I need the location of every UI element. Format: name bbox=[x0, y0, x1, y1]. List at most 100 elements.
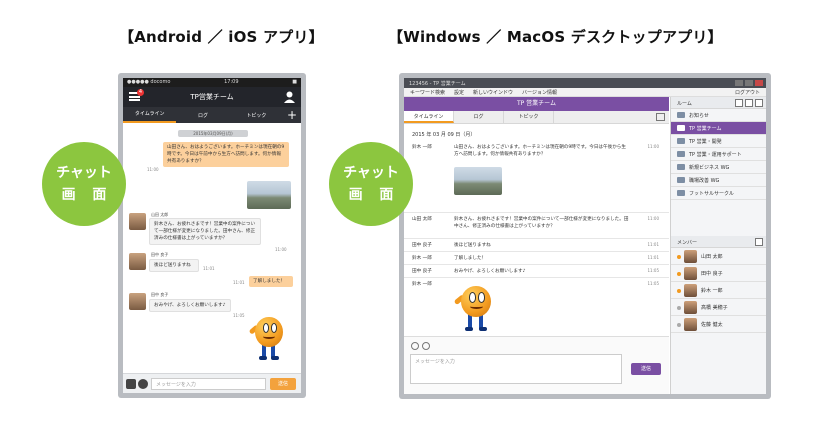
menu-keyword-search[interactable]: キーワード検索 bbox=[410, 89, 445, 96]
sender-name: 山田 太郎 bbox=[412, 217, 432, 222]
attach-icon[interactable] bbox=[411, 342, 419, 350]
user-icon[interactable] bbox=[284, 91, 295, 103]
member-tools bbox=[755, 238, 763, 246]
send-button[interactable]: 送信 bbox=[270, 378, 296, 390]
menu-version-info[interactable]: バージョン情報 bbox=[522, 89, 557, 96]
message-row[interactable]: 鈴木 一郎 山田さん、おはようございます。ホーチミンは現在朝の9時です。今日は午… bbox=[404, 141, 669, 213]
chat-timeline[interactable]: 2015年03月09日(月) 山田さん、おはようございます。ホーチミンは現在朝の… bbox=[123, 123, 301, 373]
menu-bar: キーワード検索 設定 新しいウインドウ バージョン情報 ログアウト bbox=[404, 88, 766, 97]
camera-icon[interactable] bbox=[126, 379, 136, 389]
status-dot-icon bbox=[677, 306, 681, 310]
message-bubble: おみやげ、よろしくお願いします♪ bbox=[149, 299, 231, 312]
badge-line2: 画 面 bbox=[348, 187, 400, 203]
maximize-icon[interactable] bbox=[745, 80, 753, 86]
message-text: おみやげ、よろしくお願いします♪ bbox=[454, 269, 526, 274]
room-item-sales-support[interactable]: TP 営業・運用サポート bbox=[671, 148, 766, 161]
members-header: メンバー bbox=[671, 236, 766, 248]
member-item[interactable]: 鈴木 一郎 bbox=[671, 282, 766, 299]
photo-thumbnail[interactable] bbox=[454, 167, 502, 195]
member-name: 佐藤 健太 bbox=[701, 322, 723, 328]
mascot-eye bbox=[270, 323, 277, 333]
room-item-tp-sales[interactable]: TP 営業チーム bbox=[671, 122, 766, 135]
app-header: 4 TP営業チーム bbox=[123, 87, 301, 107]
room-item-sales-dev[interactable]: TP 営業・開発 bbox=[671, 135, 766, 148]
message-row[interactable]: 鈴木 一郎 11:05 bbox=[404, 278, 669, 336]
sender-name: 鈴木 一郎 bbox=[412, 282, 432, 287]
channel-title: TP 営業チーム bbox=[404, 97, 669, 111]
tab-topic[interactable]: トピック bbox=[230, 112, 283, 119]
status-dot-icon bbox=[677, 323, 681, 327]
mascot-sticker[interactable] bbox=[248, 313, 289, 363]
badge-line2: 画 面 bbox=[61, 187, 113, 203]
logout-link[interactable]: ログアウト bbox=[735, 89, 760, 96]
room-item-workplace[interactable]: 職場改善 WG bbox=[671, 174, 766, 187]
settings-icon[interactable] bbox=[755, 238, 763, 246]
room-item-futsal[interactable]: フットサルサークル bbox=[671, 187, 766, 200]
message-input[interactable]: メッセージを入力 bbox=[151, 378, 266, 390]
tab-log[interactable]: ログ bbox=[454, 111, 504, 123]
message-time: 11:01 bbox=[203, 266, 215, 271]
add-icon[interactable]: + bbox=[283, 108, 301, 122]
message-time: 11:01 bbox=[647, 242, 659, 247]
badge-line1: チャット bbox=[56, 165, 112, 181]
battery-icon: ■ bbox=[292, 79, 297, 85]
status-dot-icon bbox=[677, 289, 681, 293]
member-item[interactable]: 佐藤 健太 bbox=[671, 316, 766, 333]
message-time: 11:00 bbox=[275, 247, 287, 252]
avatar[interactable] bbox=[129, 213, 146, 230]
mascot-foot bbox=[465, 326, 474, 331]
message-text: 後ほど送りますね bbox=[454, 243, 491, 248]
expand-icon[interactable] bbox=[656, 113, 665, 121]
tab-timeline[interactable]: タイムライン bbox=[404, 111, 454, 123]
mascot-body bbox=[255, 317, 283, 347]
message-row[interactable]: 山田 太郎 鈴木さん、お疲れさまです！営業中の案件について一部仕様が変更になりま… bbox=[404, 213, 669, 239]
send-button[interactable]: 送信 bbox=[631, 363, 661, 375]
message-row[interactable]: 鈴木 一郎 了解しました！ 11:01 bbox=[404, 252, 669, 265]
room-list-spacer bbox=[671, 200, 766, 236]
status-dot-icon bbox=[677, 255, 681, 259]
avatar[interactable] bbox=[129, 293, 146, 310]
message-row[interactable]: 田中 良子 おみやげ、よろしくお願いします♪ 11:05 bbox=[404, 265, 669, 278]
notification-badge: 4 bbox=[137, 89, 144, 96]
tab-log[interactable]: ログ bbox=[176, 112, 229, 119]
message-bubble: 後ほど送りますね bbox=[149, 259, 199, 272]
member-item[interactable]: 田中 良子 bbox=[671, 265, 766, 282]
sticker-icon[interactable] bbox=[422, 342, 430, 350]
member-item[interactable]: 高橋 美穂子 bbox=[671, 299, 766, 316]
member-name: 高橋 美穂子 bbox=[701, 305, 728, 311]
member-item[interactable]: 山田 太郎 bbox=[671, 248, 766, 265]
minimize-icon[interactable] bbox=[735, 80, 743, 86]
phone-mockup: ●●●●● docomo 17:09 ■ 4 TP営業チーム タイムライン ログ… bbox=[118, 73, 306, 398]
window-titlebar[interactable]: 123456 - TP 営業チーム bbox=[404, 78, 766, 88]
menu-settings[interactable]: 設定 bbox=[454, 89, 464, 96]
message-text: 了解しました！ bbox=[454, 256, 487, 261]
add-room-icon[interactable] bbox=[755, 99, 763, 107]
sender-name: 鈴木 一郎 bbox=[412, 256, 432, 261]
room-item-announcements[interactable]: お知らせ bbox=[671, 109, 766, 122]
photo-thumbnail[interactable] bbox=[247, 181, 291, 209]
sticker-icon[interactable] bbox=[138, 379, 148, 389]
sender-name: 田中 良子 bbox=[151, 292, 169, 297]
avatar bbox=[684, 284, 697, 297]
tab-timeline[interactable]: タイムライン bbox=[123, 107, 177, 123]
chat-screen-badge-mobile: チャット 画 面 bbox=[42, 142, 126, 226]
message-time: 11:05 bbox=[647, 268, 659, 273]
message-row[interactable]: 田中 良子 後ほど送りますね 11:01 bbox=[404, 239, 669, 252]
message-input[interactable]: メッセージを入力 bbox=[410, 354, 622, 384]
menu-new-window[interactable]: 新しいウインドウ bbox=[473, 89, 513, 96]
member-name: 鈴木 一郎 bbox=[701, 288, 723, 294]
mascot-sticker[interactable] bbox=[453, 282, 498, 334]
status-dot-icon bbox=[677, 272, 681, 276]
message-text: 山田さん、おはようございます。ホーチミンは現在朝の9時です。今日は午後から生方へ… bbox=[454, 145, 626, 157]
search-icon[interactable] bbox=[735, 99, 743, 107]
edit-icon[interactable] bbox=[745, 99, 753, 107]
tab-topic[interactable]: トピック bbox=[504, 111, 554, 123]
mascot-body bbox=[461, 286, 491, 318]
window-title: 123456 - TP 営業チーム bbox=[409, 81, 466, 87]
close-icon[interactable] bbox=[755, 80, 763, 86]
room-item-new-business[interactable]: 新規ビジネス WG bbox=[671, 161, 766, 174]
member-name: 田中 良子 bbox=[701, 271, 723, 277]
avatar[interactable] bbox=[129, 253, 146, 270]
room-title: TP営業チーム bbox=[190, 93, 234, 101]
mascot-foot bbox=[478, 326, 487, 331]
